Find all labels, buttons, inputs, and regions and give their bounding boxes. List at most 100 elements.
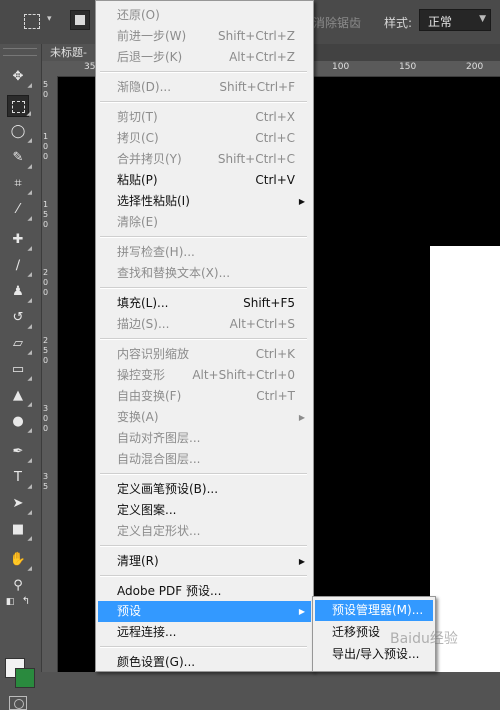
default-colors-icon[interactable]: ◧ [3,596,17,608]
ruler-tick: 5 [43,80,49,89]
watermark: Baidu经验 [390,631,458,647]
gradient-tool-icon[interactable]: ▭ ◢ [7,359,32,382]
submenu-arrow-icon: ▶ [298,607,305,616]
chevron-down-icon: ▼ [479,14,486,24]
ruler-tick: 5 [43,346,49,355]
menu-item-find-replace[interactable]: 查找和替换文本(X)... [98,263,311,284]
healing-brush-tool-icon[interactable]: ✚ ◢ [7,229,32,252]
submenu-item-preset-manager[interactable]: 预设管理器(M)... [315,600,433,621]
quick-selection-tool-icon[interactable]: ✎ ◢ [7,147,32,170]
ruler-tick: 2 [43,268,49,277]
ruler-tick: 3 [43,472,49,481]
tools-panel: ✥ ◢ ◢ ◯ ◢ ✎ ◢ ⌗ ◢ ⁄ ◢ ✚ ◢ ∕ ◢ ♟ ◢ ↺ ◢ ▱ ◢ ▭ ◢ ▲ ◢ ● ◢… [0,44,42,710]
blur-tool-icon[interactable]: ▲ ◢ [7,385,32,408]
move-tool-icon[interactable]: ✥ ◢ [7,66,32,89]
quick-mask-button[interactable] [9,696,27,710]
background-color-swatch[interactable] [15,668,35,688]
zoom-tool-icon[interactable]: ⚲ [7,575,29,597]
tool-preset-caret-icon[interactable]: ▾ [47,14,52,24]
crop-tool-icon[interactable]: ⌗ ◢ [7,173,32,196]
ruler-tick: 150 [399,62,417,72]
menu-separator [100,287,307,289]
pen-tool-icon[interactable]: ✒ ◢ [7,441,32,464]
rectangular-marquee-icon[interactable] [24,14,40,29]
menu-item-auto-blend-layers[interactable]: 自动混合图层... [98,449,311,470]
submenu-arrow-icon: ▶ [298,197,305,206]
menu-item-free-transform[interactable]: 自由变换(F) Ctrl+T [98,386,311,407]
menu-item-fade[interactable]: 渐隐(D)... Shift+Ctrl+F [98,77,311,98]
vertical-ruler: 5 0 1 0 0 1 5 0 2 0 0 2 5 0 3 0 0 3 5 [42,76,58,672]
document-tab[interactable]: 未标题- [42,44,102,61]
menu-separator [100,473,307,475]
menu-item-puppet-warp[interactable]: 操控变形 Alt+Shift+Ctrl+0 [98,365,311,386]
menu-item-copy[interactable]: 拷贝(C) Ctrl+C [98,128,311,149]
rectangular-marquee-tool-icon[interactable]: ◢ [7,95,31,117]
menu-item-step-backward[interactable]: 后退一步(K) Alt+Ctrl+Z [98,47,311,68]
menu-item-presets[interactable]: 预设 ▶ [98,601,311,622]
menu-item-step-forward[interactable]: 前进一步(W) Shift+Ctrl+Z [98,26,311,47]
style-select[interactable]: 正常 ▼ [419,9,491,31]
menu-item-remote-connections[interactable]: 远程连接... [98,622,311,643]
menu-item-purge[interactable]: 清理(R) ▶ [98,551,311,572]
ruler-tick: 5 [43,482,49,491]
type-tool-icon[interactable]: T ◢ [7,467,32,490]
ruler-tick: 35 [84,62,96,72]
ruler-tick: 200 [466,62,484,72]
menu-separator [100,101,307,103]
menu-item-check-spelling[interactable]: 拼写检查(H)... [98,242,311,263]
menu-item-copy-merged[interactable]: 合并拷贝(Y) Shift+Ctrl+C [98,149,311,170]
menu-item-cut[interactable]: 剪切(T) Ctrl+X [98,107,311,128]
ruler-tick: 1 [43,200,49,209]
menu-item-paste[interactable]: 粘贴(P) Ctrl+V [98,170,311,191]
dodge-tool-icon[interactable]: ● ◢ [7,411,32,434]
swap-colors-icon[interactable]: ↰ [19,596,33,608]
ruler-tick: 0 [43,152,49,161]
menu-item-transform[interactable]: 变换(A) ▶ [98,407,311,428]
menu-item-stroke[interactable]: 描边(S)... Alt+Ctrl+S [98,314,311,335]
document-white-area[interactable] [430,246,500,672]
brush-tool-icon[interactable]: ∕ ◢ [7,255,32,278]
ruler-tick: 100 [332,62,350,72]
ruler-tick: 0 [43,90,49,99]
menu-item-undo[interactable]: 还原(O) [98,5,311,26]
panel-grip[interactable] [3,48,37,56]
ruler-tick: 0 [43,220,49,229]
new-selection-icon[interactable] [70,10,90,30]
menu-separator [100,575,307,577]
ruler-tick: 5 [43,210,49,219]
menu-item-adobe-pdf-presets[interactable]: Adobe PDF 预设... [98,581,311,602]
menu-separator [100,71,307,73]
menu-item-content-aware-scale[interactable]: 内容识别缩放 Ctrl+K [98,344,311,365]
menu-item-paste-special[interactable]: 选择性粘贴(I) ▶ [98,191,311,212]
ruler-tick: 2 [43,336,49,345]
menu-item-define-pattern[interactable]: 定义图案... [98,500,311,521]
hand-tool-icon[interactable]: ✋ ◢ [7,549,32,572]
menu-item-color-settings[interactable]: 颜色设置(G)... [98,652,311,673]
ruler-tick: 1 [43,132,49,141]
clone-stamp-tool-icon[interactable]: ♟ ◢ [7,281,32,304]
eraser-tool-icon[interactable]: ▱ ◢ [7,333,32,356]
ruler-tick: 0 [43,288,49,297]
path-selection-tool-icon[interactable]: ➤ ◢ [7,493,32,516]
submenu-arrow-icon: ▶ [298,557,305,566]
menu-item-fill[interactable]: 填充(L)... Shift+F5 [98,293,311,314]
history-brush-tool-icon[interactable]: ↺ ◢ [7,307,32,330]
menu-item-define-brush-preset[interactable]: 定义画笔预设(B)... [98,479,311,500]
eyedropper-tool-icon[interactable]: ⁄ ◢ [7,199,32,222]
rectangle-tool-icon[interactable]: ■ ◢ [7,519,32,542]
lasso-tool-icon[interactable]: ◯ ◢ [7,121,32,144]
antialias-checkbox-label: 消除锯齿 [313,16,362,30]
menu-item-auto-align-layers[interactable]: 自动对齐图层... [98,428,311,449]
ruler-tick: 0 [43,424,49,433]
menu-separator [100,338,307,340]
menu-item-clear[interactable]: 清除(E) [98,212,311,233]
style-select-value: 正常 [428,15,453,29]
menu-separator [100,236,307,238]
menu-separator [100,545,307,547]
menu-item-define-custom-shape[interactable]: 定义自定形状... [98,521,311,542]
ruler-tick: 3 [43,404,49,413]
ruler-tick: 0 [43,142,49,151]
submenu-arrow-icon: ▶ [298,413,305,422]
edit-menu: 还原(O) 前进一步(W) Shift+Ctrl+Z 后退一步(K) Alt+Ctr… [95,0,314,672]
ruler-tick: 0 [43,356,49,365]
